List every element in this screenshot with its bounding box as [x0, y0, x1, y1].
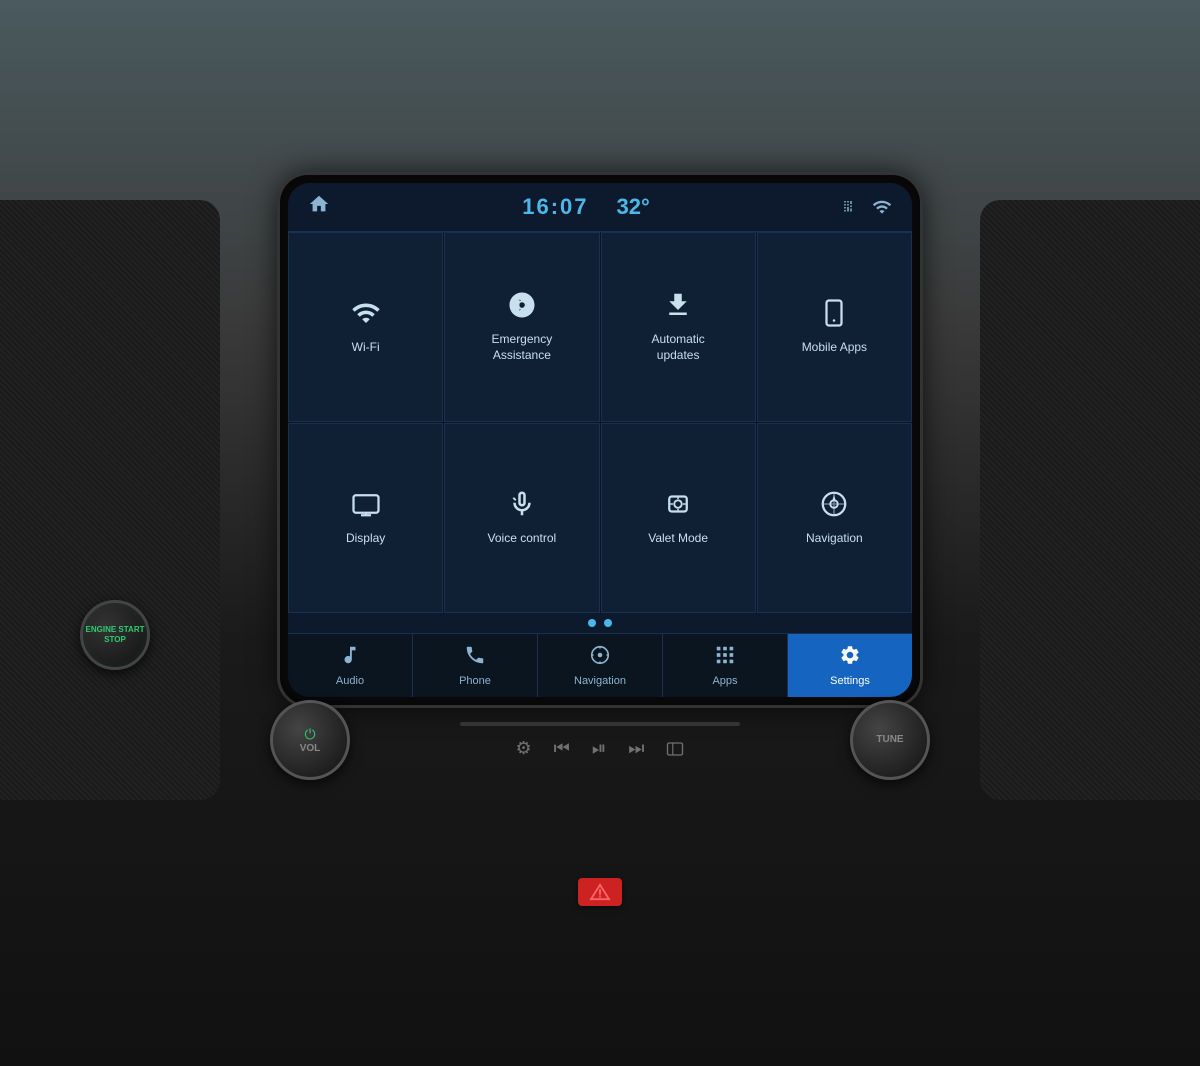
- tune-label: TUNE: [876, 734, 903, 746]
- emergency-label: EmergencyAssistance: [492, 332, 553, 363]
- apps-icon: [714, 644, 736, 670]
- controls-area: ⏻ VOL ⚙ ⏮ ⏯ ⏭ TUNE: [250, 700, 950, 780]
- next-button[interactable]: ⏭: [628, 738, 644, 759]
- voice-control-button[interactable]: Voice control: [444, 423, 599, 613]
- settings-icon: [839, 644, 861, 670]
- header-bar: 16:07 32°: [288, 183, 912, 232]
- dash-right-panel: [980, 200, 1200, 800]
- wifi-label: Wi-Fi: [352, 340, 380, 356]
- hazard-button[interactable]: [578, 878, 622, 906]
- power-icon: ⏻: [304, 726, 315, 743]
- hazard-icon: [589, 883, 611, 901]
- display-button[interactable]: Display: [288, 423, 443, 613]
- phone-icon: [464, 644, 486, 670]
- settings-label: Settings: [830, 675, 870, 687]
- bottom-nav-bar: Audio Phone Navigation: [288, 633, 912, 697]
- voice-label: Voice control: [488, 531, 557, 547]
- display-icon: [351, 489, 381, 523]
- navigation-label: Navigation: [574, 675, 626, 687]
- audio-icon: [339, 644, 361, 670]
- mobile-apps-button[interactable]: Mobile Apps: [757, 232, 912, 422]
- play-pause-button[interactable]: ⏯: [592, 738, 606, 759]
- engine-start-button[interactable]: ENGINE START STOP: [80, 600, 150, 670]
- dot-1: [588, 619, 596, 627]
- nav-audio[interactable]: Audio: [288, 634, 413, 697]
- emergency-assistance-button[interactable]: EmergencyAssistance: [444, 232, 599, 422]
- navigation-grid-icon: [819, 489, 849, 523]
- mobile-apps-icon: [819, 298, 849, 332]
- nav-nav-icon: [589, 644, 611, 670]
- header-status-icons: [842, 197, 892, 217]
- voice-icon: [507, 489, 537, 523]
- vol-label: VOL: [300, 743, 321, 755]
- signal-icon: [842, 198, 860, 216]
- valet-icon: [663, 489, 693, 523]
- nav-settings[interactable]: Settings: [788, 634, 912, 697]
- header-center: 16:07 32°: [522, 194, 650, 220]
- infotainment-screen: 16:07 32°: [288, 183, 912, 697]
- slider-bar: [460, 722, 740, 726]
- infotainment-screen-bezel: 16:07 32°: [280, 175, 920, 705]
- home-icon[interactable]: [308, 193, 330, 221]
- valet-label: Valet Mode: [648, 531, 708, 547]
- apps-label: Apps: [712, 675, 737, 687]
- phone-label: Phone: [459, 675, 491, 687]
- media-controls: ⚙ ⏮ ⏯ ⏭: [516, 738, 685, 759]
- valet-mode-button[interactable]: Valet Mode: [601, 423, 756, 613]
- vol-knob[interactable]: ⏻ VOL: [270, 700, 350, 780]
- media-controls-group: ⚙ ⏮ ⏯ ⏭: [450, 722, 750, 759]
- prev-button[interactable]: ⏮: [554, 738, 570, 759]
- automatic-updates-button[interactable]: Automaticupdates: [601, 232, 756, 422]
- nav-phone[interactable]: Phone: [413, 634, 538, 697]
- display-label: Display: [346, 531, 385, 547]
- engine-label: ENGINE START STOP: [83, 625, 147, 646]
- dash-left-panel: [0, 200, 220, 800]
- wifi-icon: [351, 298, 381, 332]
- updates-label: Automaticupdates: [651, 332, 704, 363]
- audio-label: Audio: [336, 675, 364, 687]
- nav-navigation[interactable]: Navigation: [538, 634, 663, 697]
- navigation-grid-label: Navigation: [806, 531, 863, 547]
- wifi-button[interactable]: Wi-Fi: [288, 232, 443, 422]
- page-dots: [288, 613, 912, 633]
- clock-display: 16:07: [522, 194, 588, 220]
- mobile-apps-label: Mobile Apps: [802, 340, 867, 356]
- temperature-display: 32°: [617, 194, 650, 220]
- wifi-status-icon: [872, 197, 892, 217]
- navigation-button[interactable]: Navigation: [757, 423, 912, 613]
- screen-toggle-button[interactable]: [666, 738, 684, 759]
- eq-button[interactable]: ⚙: [516, 738, 532, 759]
- nav-apps[interactable]: Apps: [663, 634, 788, 697]
- download-icon: [663, 290, 693, 324]
- emergency-icon: [507, 290, 537, 324]
- dot-2: [604, 619, 612, 627]
- tune-knob[interactable]: TUNE: [850, 700, 930, 780]
- settings-grid: Wi-Fi EmergencyAssistance: [288, 232, 912, 613]
